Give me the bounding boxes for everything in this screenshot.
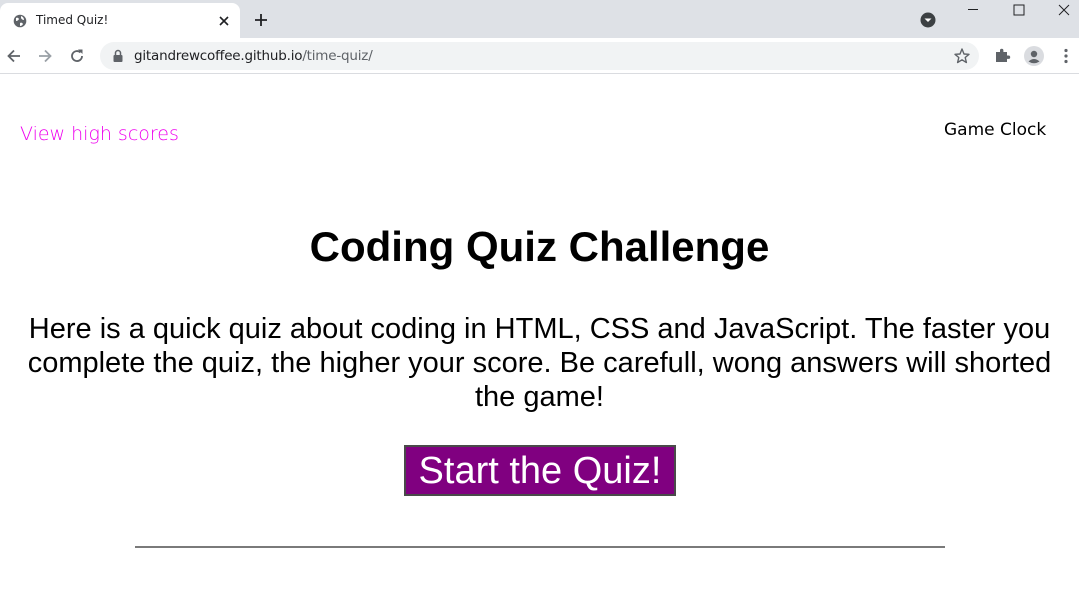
globe-icon xyxy=(13,14,27,28)
maximize-icon[interactable] xyxy=(1012,3,1026,17)
minimize-icon[interactable] xyxy=(966,2,980,16)
window-close-icon[interactable] xyxy=(1057,3,1071,17)
active-tab[interactable]: Timed Quiz! xyxy=(0,3,240,38)
forward-arrow-icon[interactable] xyxy=(36,47,54,65)
url-host: gitandrewcoffee.github.io xyxy=(134,48,303,64)
close-icon[interactable] xyxy=(216,13,232,29)
divider xyxy=(135,546,945,548)
tab-title: Timed Quiz! xyxy=(36,13,109,27)
profile-icon[interactable] xyxy=(1024,46,1044,66)
lock-icon[interactable] xyxy=(112,49,124,63)
star-icon[interactable] xyxy=(953,47,971,65)
view-high-scores-link[interactable]: View high scores xyxy=(20,123,179,145)
browser-toolbar: gitandrewcoffee.github.io/time-quiz/ xyxy=(0,38,1079,74)
plus-icon[interactable] xyxy=(253,12,269,28)
tab-search-icon[interactable] xyxy=(920,12,936,28)
address-bar[interactable]: gitandrewcoffee.github.io/time-quiz/ xyxy=(100,42,979,70)
reload-icon[interactable] xyxy=(68,47,86,65)
game-clock: Game Clock xyxy=(944,120,1047,140)
url-path: /time-quiz/ xyxy=(302,48,373,64)
page-title: Coding Quiz Challenge xyxy=(309,223,770,270)
kebab-menu-icon[interactable] xyxy=(1060,47,1072,65)
back-arrow-icon[interactable] xyxy=(5,47,23,65)
tab-strip: Timed Quiz! xyxy=(0,0,1079,38)
start-quiz-button[interactable]: Start the Quiz! xyxy=(404,445,676,496)
url-text[interactable]: gitandrewcoffee.github.io/time-quiz/ xyxy=(134,48,373,64)
page-content: View high scores Game Clock Coding Quiz … xyxy=(0,75,1079,598)
quiz-intro-text: Here is a quick quiz about coding in HTM… xyxy=(27,313,1052,413)
puzzle-icon[interactable] xyxy=(993,47,1011,65)
